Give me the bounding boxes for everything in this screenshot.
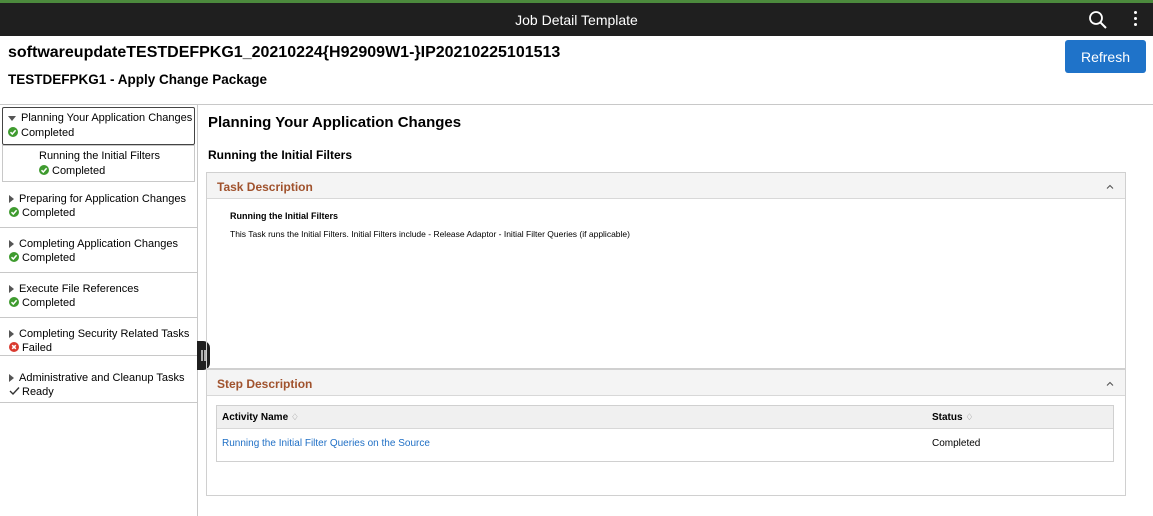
sort-icon: ♢ [965,412,974,422]
grid-header: Activity Name ♢ Status ♢ [217,406,1113,429]
sidebar-item-status: Completed [52,165,106,177]
sidebar-item-status: Ready [22,386,54,398]
column-header-label: Status [932,412,963,423]
section-subtitle: Running the Initial Filters [208,148,352,162]
check-circle-icon [9,297,19,307]
triangle-right-icon [9,195,14,204]
sidebar-item-status: Completed [22,297,76,309]
sidebar-item-file-references[interactable]: Execute File References Completed [0,273,197,318]
check-circle-icon [8,127,18,137]
column-header-label: Activity Name [222,412,289,423]
sidebar: Planning Your Application Changes Comple… [0,105,198,516]
sidebar-item-status: Completed [22,207,76,219]
triangle-down-icon [8,115,16,121]
sidebar-item-label: Running the Initial Filters [39,150,161,162]
sidebar-item-planning[interactable]: Planning Your Application Changes Comple… [2,107,195,145]
task-description-panel: Task Description Running the Initial Fil… [206,172,1126,369]
sidebar-item-status: Failed [22,342,52,354]
sidebar-item-security[interactable]: Completing Security Related Tasks Failed [0,318,197,356]
table-row: Running the Initial Filter Queries on th… [217,429,1113,461]
panel-header-title: Task Description [217,180,313,194]
task-description-header[interactable]: Task Description [207,173,1125,199]
refresh-button[interactable]: Refresh [1065,40,1146,73]
sidebar-item-status: Completed [22,252,76,264]
sidebar-item-cleanup[interactable]: Administrative and Cleanup Tasks Ready [0,356,197,403]
triangle-right-icon [9,285,14,294]
sidebar-item-label: Completing Security Related Tasks [19,328,190,340]
package-title: TESTDEFPKG1 - Apply Change Package [8,72,268,87]
task-title: Running the Initial Filters [230,211,338,221]
task-description-text: This Task runs the Initial Filters. Init… [230,229,630,239]
activity-grid: Activity Name ♢ Status ♢ Running the Ini… [216,405,1114,462]
column-header-activity[interactable]: Activity Name ♢ [222,412,299,423]
sidebar-item-status: Completed [21,127,75,139]
panel-header-title: Step Description [217,377,313,391]
app-title: Job Detail Template [515,12,638,28]
check-circle-icon [39,165,49,175]
top-bar: Job Detail Template [0,0,1153,36]
more-vertical-icon[interactable] [1131,11,1139,29]
search-icon[interactable] [1087,9,1109,31]
check-circle-icon [9,207,19,217]
step-description-header[interactable]: Step Description [207,370,1125,396]
job-name-title: softwareupdateTESTDEFPKG1_20210224{H9290… [8,44,561,61]
x-circle-icon [9,342,19,352]
activity-status: Completed [932,438,981,449]
checkmark-icon [9,387,20,396]
sidebar-item-label: Completing Application Changes [19,238,178,250]
sort-icon: ♢ [290,412,299,422]
sidebar-item-preparing[interactable]: Preparing for Application Changes Comple… [0,183,197,228]
triangle-right-icon [9,330,14,339]
triangle-right-icon [9,240,14,249]
chevron-up-icon[interactable] [1105,183,1115,191]
triangle-right-icon [9,374,14,383]
sidebar-item-label: Planning Your Application Changes [21,112,193,124]
sidebar-subitem-initial-filters[interactable]: Running the Initial Filters Completed [2,145,195,182]
check-circle-icon [9,252,19,262]
activity-link[interactable]: Running the Initial Filter Queries on th… [222,438,430,449]
chevron-up-icon[interactable] [1105,380,1115,388]
sidebar-item-label: Execute File References [19,283,139,295]
sidebar-item-completing[interactable]: Completing Application Changes Completed [0,228,197,273]
sidebar-item-label: Preparing for Application Changes [19,193,186,205]
sidebar-item-label: Administrative and Cleanup Tasks [19,372,185,384]
column-header-status[interactable]: Status ♢ [932,412,973,423]
section-title: Planning Your Application Changes [208,114,462,131]
